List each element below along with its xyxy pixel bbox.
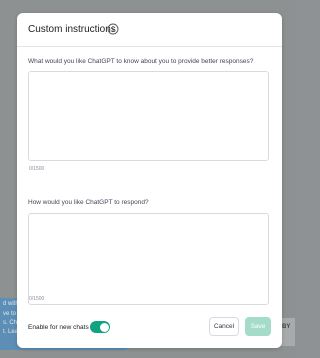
about-you-question: What would you like ChatGPT to know abou… bbox=[28, 58, 254, 65]
about-you-textarea[interactable] bbox=[28, 71, 269, 161]
background-text: BY bbox=[282, 324, 291, 330]
toggle-knob bbox=[99, 322, 109, 332]
respond-textarea[interactable] bbox=[28, 213, 269, 305]
enable-new-chats-toggle[interactable] bbox=[90, 321, 110, 333]
enable-new-chats-label: Enable for new chats bbox=[28, 324, 89, 331]
background-text: t. Lea bbox=[3, 329, 19, 335]
save-button[interactable]: Save bbox=[245, 317, 271, 336]
about-you-counter: 0/1500 bbox=[29, 166, 45, 172]
cancel-button[interactable]: Cancel bbox=[209, 317, 239, 336]
modal-title: Custom instructions bbox=[28, 24, 116, 35]
modal-header: Custom instructions bbox=[17, 13, 282, 47]
respond-counter: 0/1500 bbox=[29, 296, 45, 302]
respond-question: How would you like ChatGPT to respond? bbox=[28, 199, 149, 206]
info-circle-icon[interactable] bbox=[107, 23, 119, 35]
custom-instructions-modal: Custom instructions What would you like … bbox=[17, 13, 282, 348]
background-text: ve to bbox=[3, 311, 17, 317]
